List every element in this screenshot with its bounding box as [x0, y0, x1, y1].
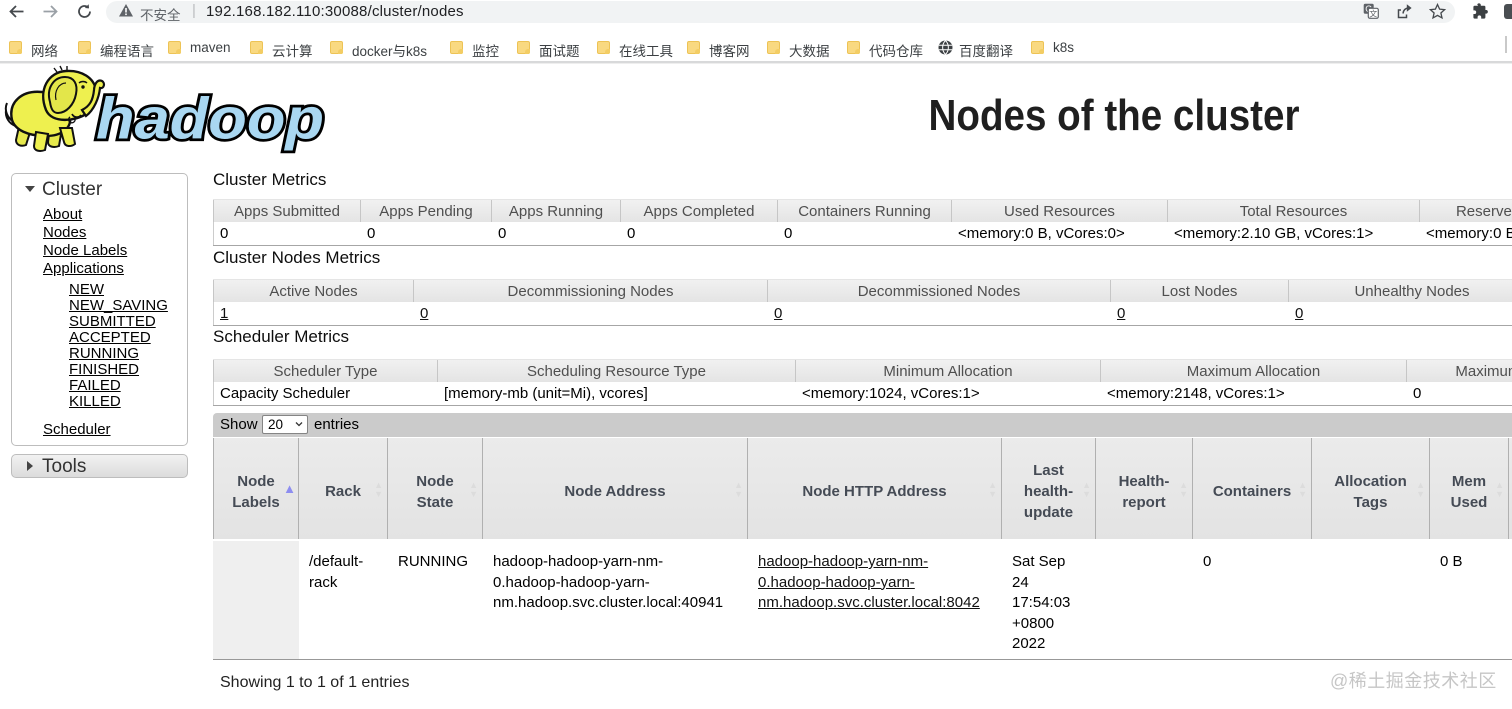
svg-text:hadoop: hadoop	[96, 87, 324, 152]
svg-text:Nodes of the cluster: Nodes of the cluster	[929, 91, 1300, 140]
svg-text:文: 文	[1369, 8, 1377, 18]
